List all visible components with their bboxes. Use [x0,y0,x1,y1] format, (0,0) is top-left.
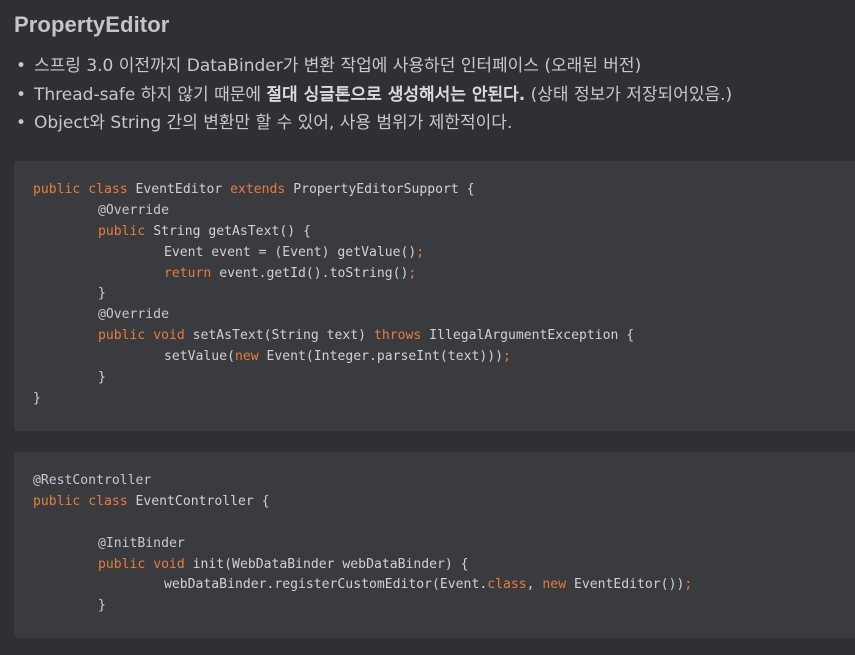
code-line: @Override [33,305,855,326]
code-text: PropertyEditorSupport { [293,182,475,197]
code-text: String getAsText() { [153,223,311,239]
code-keyword: class [88,182,128,197]
code-text: event.getId().toString() [219,265,409,281]
code-keyword: class [88,493,128,509]
code-line: @InitBinder [33,534,855,555]
code-keyword: new [542,577,567,593]
code-text: init(WebDataBinder webDataBinder) { [192,556,469,572]
bullet-list: 스프링 3.0 이전까지 DataBinder가 변환 작업에 사용하던 인터페… [14,52,855,138]
code-keyword: return [164,265,212,281]
bullet-item: Object와 String 간의 변환만 할 수 있어, 사용 범위가 제한적… [16,109,855,138]
code-line: } [33,368,855,389]
bullet-item: Thread-safe 하지 않기 때문에 절대 싱글톤으로 생성해서는 안된다… [16,81,855,110]
bullet-item: 스프링 3.0 이전까지 DataBinder가 변환 작업에 사용하던 인터페… [16,52,855,81]
code-line: public class EventEditor extends Propert… [33,180,855,201]
code-line: } [33,389,855,410]
code-text: Event(Integer.parseInt(text))) [266,349,504,365]
code-text: Event event = (Event) getValue() [164,244,417,260]
code-text: , [526,577,535,593]
code-semicolon: ; [416,244,425,260]
code-annotation: @InitBinder [98,535,185,551]
code-line: setValue(new Event(Integer.parseInt(text… [33,347,855,368]
code-semicolon: ; [408,265,417,281]
code-keyword: void [153,556,185,572]
code-text: EventEditor()) [573,577,685,593]
bullet-text: 스프링 3.0 이전까지 DataBinder가 변환 작업에 사용하던 인터페… [34,56,642,76]
code-text: } [98,598,106,614]
code-line: public class EventController { [33,492,855,513]
code-line: webDataBinder.registerCustomEditor(Event… [33,575,855,596]
code-text: setValue( [164,349,235,365]
bullet-text: Thread-safe 하지 않기 때문에 [34,84,267,105]
code-keyword: public [33,182,81,197]
code-keyword: void [153,328,185,344]
code-line: @Override [33,201,855,222]
code-annotation: @Override [98,307,169,323]
bullet-text: Object와 String 간의 변환만 할 수 있어, 사용 범위가 제한적… [34,113,513,133]
code-block-event-editor[interactable]: public class EventEditor extends Propert… [14,161,855,431]
code-line: public void init(WebDataBinder webDataBi… [33,555,855,576]
code-text: } [98,286,106,302]
bullet-text: (상태 정보가 저장되어있음.) [525,84,733,105]
code-text: setAsText(String text) [192,328,367,344]
code-line: return event.getId().toString(); [33,264,855,285]
code-semicolon: ; [503,349,511,365]
code-line: } [33,596,855,617]
code-keyword: class [487,577,527,593]
code-keyword: public [98,328,146,344]
code-line: public String getAsText() { [33,222,855,243]
page: PropertyEditor 스프링 3.0 이전까지 DataBinder가 … [0,0,855,655]
code-line: @RestController [33,471,855,492]
code-keyword: public [98,223,146,239]
code-annotation: @RestController [33,473,152,488]
code-keyword: extends [230,182,286,197]
code-keyword: new [234,349,259,365]
code-block-event-controller[interactable]: @RestController public class EventContro… [14,452,855,638]
bullet-strong-text: 절대 싱글톤으로 생성해서는 안된다. [266,84,526,105]
code-text: IllegalArgumentException { [429,328,635,344]
code-semicolon: ; [684,577,693,593]
code-line: Event event = (Event) getValue(); [33,243,855,264]
code-keyword: throws [373,328,422,344]
page-title: PropertyEditor [14,12,170,37]
code-text: webDataBinder.registerCustomEditor(Event… [164,577,488,593]
code-annotation: @Override [98,202,169,218]
code-text: EventController { [135,493,270,509]
code-text: } [33,390,41,406]
code-text: } [98,370,106,386]
code-line: } [33,284,855,305]
code-text: EventEditor [135,182,223,197]
code-line: public void setAsText(String text) throw… [33,326,855,347]
code-keyword: public [33,493,81,509]
code-keyword: public [98,556,146,572]
